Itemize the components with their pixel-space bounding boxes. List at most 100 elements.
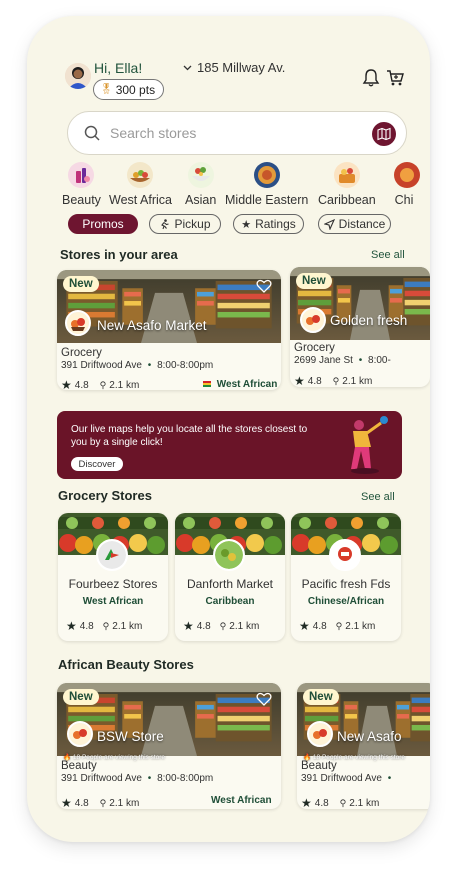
greeting-text: Hi, Ella!: [94, 60, 143, 76]
points-badge[interactable]: 🎖 300 pts: [93, 79, 165, 100]
beauty-store-card[interactable]: New BSW Store 🔥 18 People are viewing th…: [57, 683, 281, 809]
new-badge: New: [63, 689, 99, 705]
dot-separator: •: [147, 360, 152, 371]
store-rating: ★ 4.8 ⚲ 2.1 km: [301, 796, 380, 809]
store-category: Beauty: [301, 760, 337, 772]
category-chinese[interactable]: Chi: [388, 162, 420, 207]
star-icon: ★: [61, 796, 72, 809]
dot-separator: •: [358, 355, 363, 366]
store-tag: West African: [203, 379, 277, 390]
category-west-africa[interactable]: West Africa: [109, 162, 172, 207]
store-address-line: 2699 Jane St • 8:00-: [294, 355, 391, 366]
see-all-stores-area[interactable]: See all: [371, 249, 405, 261]
filter-ratings[interactable]: ★ Ratings: [233, 214, 304, 234]
phone-frame: Hi, Ella! 🎖 300 pts 185 Millway Av. Beau…: [27, 16, 430, 842]
star-icon: ★: [299, 619, 310, 633]
star-icon: ★: [61, 378, 72, 390]
beauty-icon: [68, 162, 95, 188]
map-button[interactable]: [372, 122, 396, 146]
chevron-down-icon: [183, 65, 192, 70]
star-icon: ★: [183, 619, 194, 633]
category-asian[interactable]: Asian: [185, 162, 216, 207]
store-rating: ★ 4.8 ⚲ 2.1 km: [61, 378, 140, 390]
store-card[interactable]: New New Asafo Market Grocery 391 Driftwo…: [57, 270, 281, 390]
section-title-beauty: African Beauty Stores: [58, 657, 194, 672]
store-name: Fourbeez Stores: [68, 577, 158, 591]
location-pin-icon: ⚲: [332, 375, 340, 386]
store-logo: [307, 721, 333, 747]
navigation-icon: [323, 218, 335, 230]
store-card[interactable]: New Golden fresh Grocery 2699 Jane St • …: [290, 267, 430, 387]
bell-icon[interactable]: [361, 68, 381, 88]
store-tag: West African: [82, 596, 144, 607]
person-illustration: [351, 416, 388, 474]
location-pin-icon: ⚲: [219, 620, 227, 631]
store-logo: [300, 307, 326, 333]
new-badge: New: [296, 273, 332, 289]
store-name: BSW Store: [97, 729, 164, 744]
cart-icon[interactable]: [385, 68, 405, 88]
location-pin-icon: ⚲: [99, 797, 107, 808]
store-tag: Caribbean: [205, 596, 255, 607]
running-icon: [161, 218, 170, 229]
filter-promos[interactable]: Promos: [68, 214, 138, 234]
filter-pickup[interactable]: Pickup: [149, 214, 221, 234]
store-address-line: 391 Driftwood Ave • 8:00-8:00pm: [61, 773, 214, 784]
star-icon: ★: [66, 619, 77, 633]
new-badge: New: [63, 276, 99, 292]
star-icon: ★: [241, 218, 252, 231]
location-pin-icon: ⚲: [102, 620, 110, 631]
search-bar: [67, 111, 407, 155]
store-category: Grocery: [294, 342, 335, 354]
banner-text: Our live maps help you locate all the st…: [71, 424, 308, 448]
store-logo: [329, 539, 361, 571]
store-rating: ★ 4.8 ⚲ 2.1 km: [66, 619, 143, 633]
medal-icon: 🎖: [100, 84, 113, 95]
points-value: 300 pts: [115, 82, 156, 97]
grocery-card[interactable]: Pacific fresh Fds Chinese/African ★ 4.8 …: [291, 513, 401, 641]
store-name: Golden fresh: [330, 313, 408, 328]
caribbean-icon: [333, 162, 360, 188]
middle-eastern-icon: [253, 162, 280, 188]
discover-button[interactable]: Discover: [71, 457, 123, 471]
heart-icon[interactable]: [256, 691, 272, 707]
store-logo: [96, 539, 128, 571]
store-tag: West African: [211, 795, 272, 806]
chinese-icon: [394, 162, 420, 188]
address-text: 185 Millway Av.: [197, 60, 286, 75]
filter-distance[interactable]: Distance: [318, 214, 391, 234]
category-beauty[interactable]: Beauty: [62, 162, 101, 207]
store-logo: [65, 310, 91, 336]
location-pin-icon: ⚲: [335, 620, 343, 631]
avatar[interactable]: [65, 63, 91, 89]
app-screen: Hi, Ella! 🎖 300 pts 185 Millway Av. Beau…: [27, 16, 430, 842]
star-icon: ★: [294, 374, 305, 387]
heart-icon[interactable]: [256, 278, 272, 294]
search-input[interactable]: [110, 125, 350, 141]
live-maps-banner[interactable]: Our live maps help you locate all the st…: [57, 411, 402, 479]
store-name: Danforth Market: [186, 577, 274, 591]
store-rating: ★ 4.8 ⚲ 2.1 km: [299, 619, 376, 633]
section-title-grocery: Grocery Stores: [58, 488, 152, 503]
store-tag: Chinese/African: [307, 596, 385, 607]
store-rating: ★ 4.8 ⚲ 2.1 km: [183, 619, 260, 633]
category-caribbean[interactable]: Caribbean: [318, 162, 376, 207]
store-category: Beauty: [61, 760, 97, 772]
new-badge: New: [303, 689, 339, 705]
beauty-store-card[interactable]: New New Asafo 🔥 18 People are viewing th…: [297, 683, 430, 809]
grocery-card[interactable]: Fourbeez Stores West African ★ 4.8 ⚲ 2.1…: [58, 513, 168, 641]
grocery-card[interactable]: Danforth Market Caribbean ★ 4.8 ⚲ 2.1 km: [175, 513, 285, 641]
store-rating: ★ 4.8 ⚲ 2.1 km: [294, 374, 373, 387]
store-name: New Asafo: [337, 729, 402, 744]
store-logo: [213, 539, 245, 571]
store-name: Pacific fresh Fds: [301, 577, 391, 591]
store-rating: ★ 4.8 ⚲ 2.1 km: [61, 796, 140, 809]
west-africa-icon: [127, 162, 154, 188]
see-all-grocery[interactable]: See all: [361, 491, 395, 503]
category-middle-eastern[interactable]: Middle Eastern: [225, 162, 308, 207]
store-name: New Asafo Market: [97, 318, 207, 333]
store-address-line: 391 Driftwood Ave •: [301, 773, 392, 784]
address-selector[interactable]: 185 Millway Av.: [183, 60, 285, 75]
location-pin-icon: ⚲: [339, 797, 347, 808]
store-logo: [67, 721, 93, 747]
